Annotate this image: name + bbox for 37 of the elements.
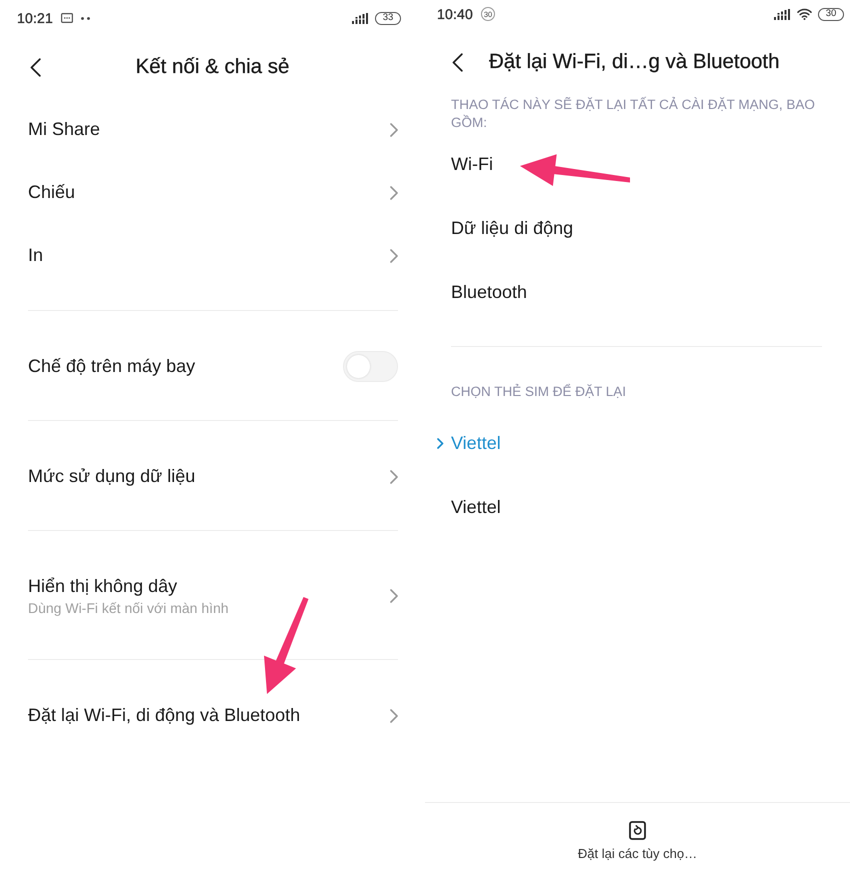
section-heading: THAO TÁC NÀY SẼ ĐẶT LẠI TẤT CẢ CÀI ĐẶT MẠNG, BAO GỒM: <box>451 96 816 132</box>
section-heading: CHỌN THẺ SIM ĐỂ ĐẶT LẠI <box>451 382 628 401</box>
settings-item[interactable]: Mức sử dụng dữ liệu <box>28 445 398 508</box>
signal-icon <box>352 12 369 24</box>
screen-title: Đặt lại Wi-Fi, di…g và Bluetooth <box>489 50 780 74</box>
network-item-label: Bluetooth <box>451 282 528 302</box>
sim-option[interactable]: Viettel <box>437 475 822 539</box>
sim-option[interactable]: Viettel <box>437 411 822 475</box>
status-time: 10:21 <box>17 10 54 26</box>
settings-item[interactable]: Đặt lại Wi-Fi, di động và Bluetooth <box>28 684 398 747</box>
battery-indicator: 33 <box>375 12 401 24</box>
reset-options-button[interactable]: Đặt lại các tùy chọ… <box>572 817 704 865</box>
item-subtitle: Dùng Wi-Fi kết nối với màn hình <box>28 600 229 616</box>
chevron-right-icon <box>390 708 398 722</box>
settings-item[interactable]: Chiếu <box>28 161 398 224</box>
dots-icon <box>81 16 90 20</box>
message-icon <box>61 13 74 23</box>
settings-item[interactable]: Hiển thị không dây Dùng Wi-Fi kết nối với màn hình <box>28 555 398 637</box>
chevron-right-icon <box>437 438 444 448</box>
network-item-label: Wi-Fi <box>451 154 493 174</box>
chevron-right-icon <box>390 589 398 603</box>
status-time: 10:40 <box>437 6 474 22</box>
settings-item[interactable]: Mi Share <box>28 98 398 161</box>
chevron-right-icon <box>390 186 398 200</box>
back-icon[interactable] <box>452 52 463 72</box>
screen-title: Kết nối & chia sẻ <box>136 55 290 79</box>
chevron-right-icon <box>390 470 398 484</box>
network-item-label: Dữ liệu di động <box>451 218 574 238</box>
battery-indicator: 30 <box>818 8 844 20</box>
chevron-right-icon <box>390 122 398 136</box>
toggle-switch[interactable] <box>343 351 398 382</box>
settings-item[interactable]: In <box>28 224 398 287</box>
back-icon[interactable] <box>30 58 41 76</box>
signal-icon <box>774 8 791 20</box>
chevron-right-icon <box>390 248 398 262</box>
reset-icon <box>629 821 646 840</box>
setting-label: Chế độ trên máy bay <box>28 356 196 377</box>
